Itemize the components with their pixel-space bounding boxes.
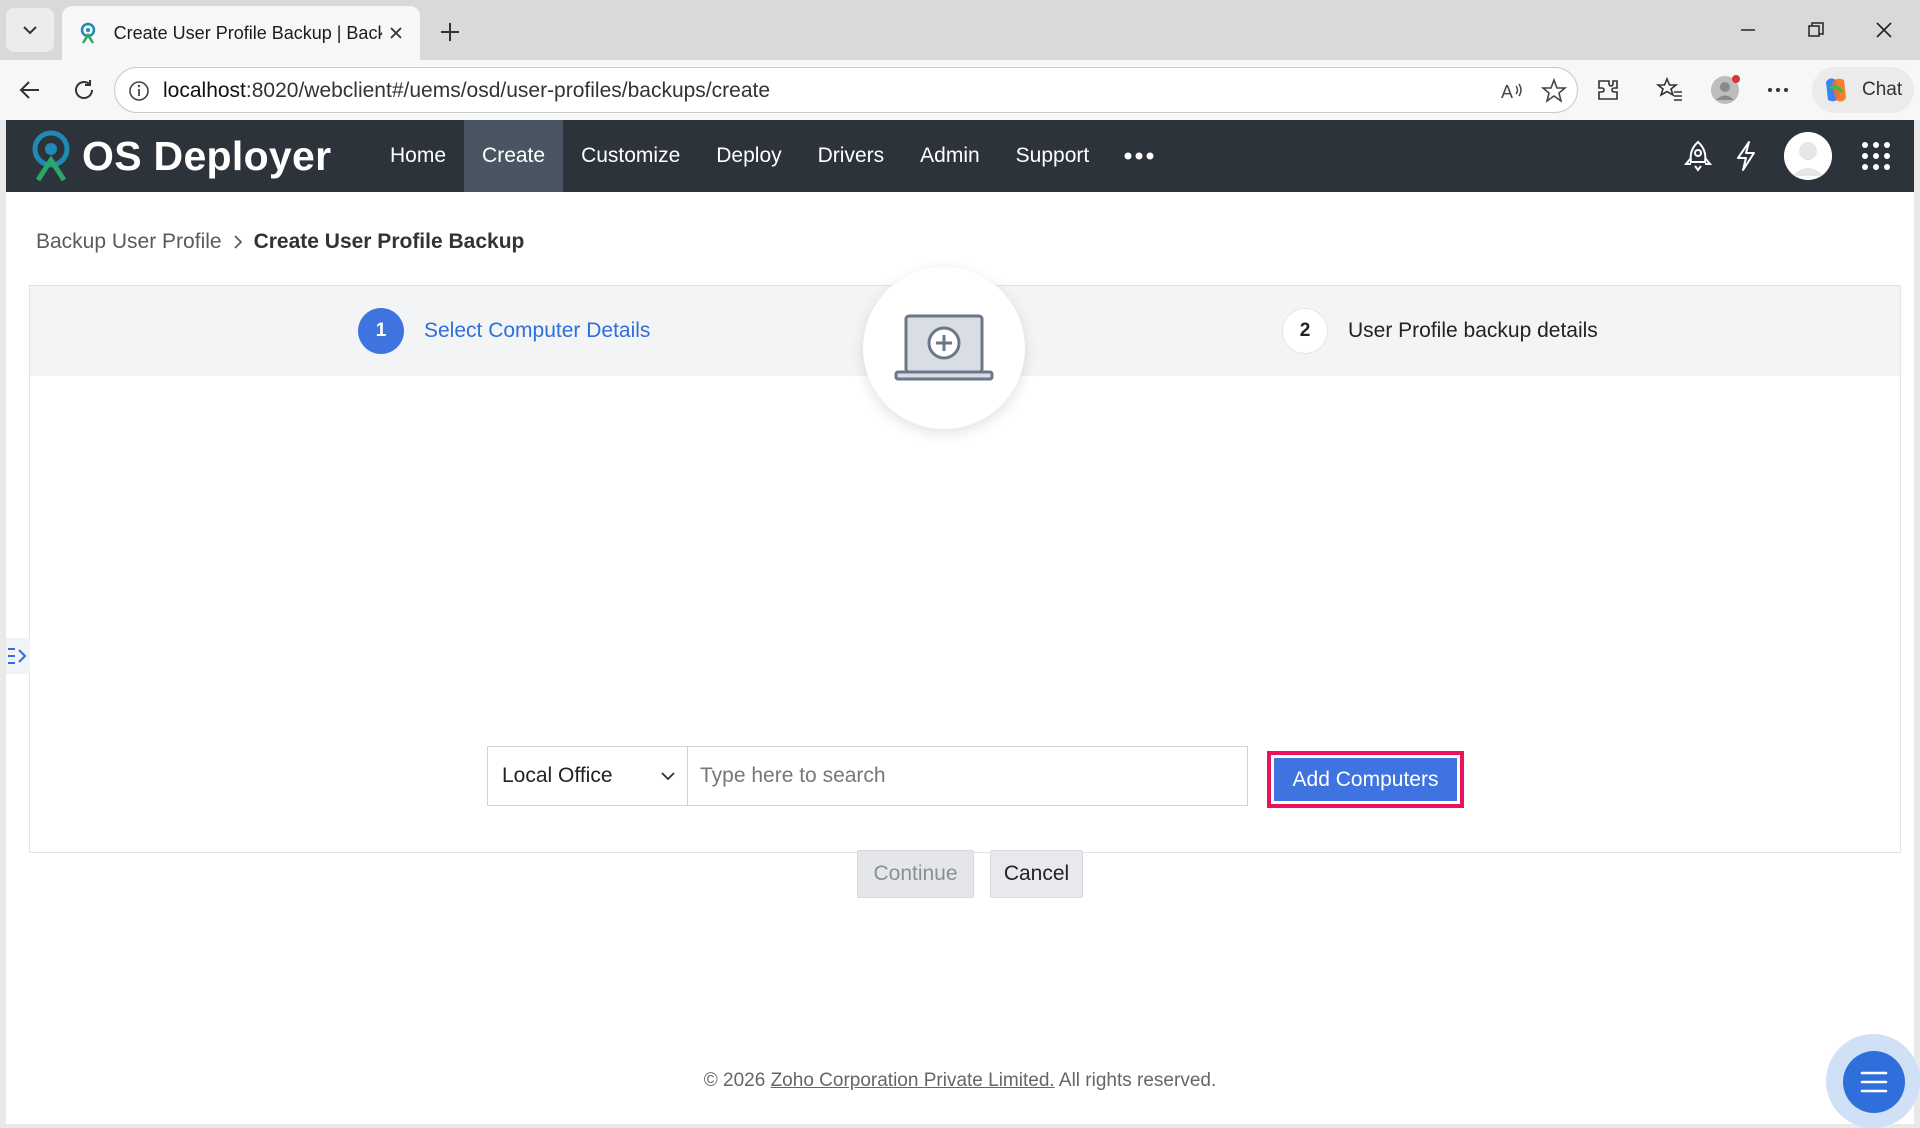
nav-drivers[interactable]: Drivers bbox=[800, 120, 903, 192]
site-info-icon[interactable] bbox=[127, 79, 151, 103]
restore-icon bbox=[1808, 22, 1824, 37]
user-icon bbox=[1784, 132, 1832, 180]
reload-icon bbox=[75, 80, 94, 99]
quick-actions-button[interactable] bbox=[1728, 138, 1764, 174]
rocket-icon bbox=[1683, 140, 1713, 172]
step-select-computer[interactable]: 1 Select Computer Details bbox=[358, 308, 650, 354]
plus-icon bbox=[441, 23, 459, 41]
add-computers-button[interactable]: Add Computers bbox=[1274, 758, 1457, 801]
app-logo[interactable]: OS Deployer bbox=[28, 130, 331, 182]
nav-more-button[interactable] bbox=[1107, 120, 1171, 192]
nav-home[interactable]: Home bbox=[372, 120, 464, 192]
add-computers-highlight: Add Computers bbox=[1267, 751, 1464, 808]
expand-menu-icon bbox=[8, 648, 27, 664]
extensions-icon[interactable] bbox=[1592, 74, 1624, 106]
favorites-icon[interactable] bbox=[1654, 74, 1686, 106]
profile-icon[interactable] bbox=[1709, 74, 1741, 106]
browser-tabstrip: Create User Profile Backup | Backup User… bbox=[0, 0, 1920, 60]
browser-tab-active[interactable]: Create User Profile Backup | Backup User… bbox=[62, 6, 420, 60]
main-nav: Home Create Customize Deploy Drivers Adm… bbox=[372, 120, 1171, 192]
office-select-value: Local Office bbox=[502, 764, 613, 787]
step-backup-details[interactable]: 2 User Profile backup details bbox=[1282, 308, 1598, 354]
nav-support[interactable]: Support bbox=[998, 120, 1108, 192]
tab-list-button[interactable] bbox=[6, 8, 54, 52]
logo-text: OS Deployer bbox=[82, 132, 332, 179]
support-chat-button[interactable] bbox=[1843, 1051, 1905, 1113]
os-deployer-logo-icon bbox=[32, 130, 70, 182]
read-aloud-icon[interactable]: A bbox=[1499, 78, 1525, 104]
more-horizontal-icon bbox=[1124, 152, 1154, 160]
chevron-down-icon bbox=[661, 772, 675, 781]
cancel-button[interactable]: Cancel bbox=[990, 850, 1083, 898]
favorite-star-icon[interactable] bbox=[1541, 78, 1567, 104]
more-menu-icon[interactable] bbox=[1762, 74, 1794, 106]
footer-rights: All rights reserved. bbox=[1054, 1070, 1217, 1091]
breadcrumb: Backup User Profile Create User Profile … bbox=[36, 230, 524, 254]
url-host: localhost bbox=[163, 79, 246, 102]
nav-create[interactable]: Create bbox=[464, 120, 564, 192]
new-tab-button[interactable] bbox=[432, 14, 468, 50]
minimize-icon bbox=[1741, 29, 1755, 31]
step-label: User Profile backup details bbox=[1348, 319, 1598, 342]
step-number: 1 bbox=[358, 308, 404, 354]
breadcrumb-parent[interactable]: Backup User Profile bbox=[36, 230, 222, 254]
app-header: OS Deployer Home Create Customize Deploy… bbox=[6, 120, 1914, 192]
restore-button[interactable] bbox=[1796, 12, 1836, 48]
app-launcher-button[interactable] bbox=[1858, 138, 1894, 174]
office-select[interactable]: Local Office bbox=[487, 746, 687, 806]
step-label: Select Computer Details bbox=[424, 319, 651, 342]
tab-title: Create User Profile Backup | Backup User… bbox=[113, 22, 383, 43]
footer-copyright: © 2026 bbox=[703, 1070, 771, 1091]
step-number: 2 bbox=[1282, 308, 1328, 354]
chevron-right-icon bbox=[232, 234, 244, 250]
browser-toolbar: localhost:8020/webclient#/uems/osd/user-… bbox=[0, 60, 1920, 120]
nav-customize[interactable]: Customize bbox=[563, 120, 698, 192]
back-button[interactable] bbox=[12, 72, 48, 108]
app-window: OS Deployer Home Create Customize Deploy… bbox=[6, 120, 1914, 1124]
chat-label: Chat bbox=[1862, 79, 1903, 100]
nav-deploy[interactable]: Deploy bbox=[698, 120, 799, 192]
lightning-icon bbox=[1737, 141, 1755, 171]
reload-button[interactable] bbox=[66, 72, 102, 108]
nav-admin[interactable]: Admin bbox=[902, 120, 998, 192]
url-path: :8020/webclient#/uems/osd/user-profiles/… bbox=[245, 79, 771, 102]
page-footer: © 2026 Zoho Corporation Private Limited.… bbox=[6, 1070, 1914, 1092]
os-deployer-favicon-icon bbox=[74, 19, 102, 47]
url-text: localhost:8020/webclient#/uems/osd/user-… bbox=[163, 79, 770, 103]
computer-search-input[interactable] bbox=[687, 746, 1248, 806]
sidebar-expand-toggle[interactable] bbox=[6, 638, 30, 674]
back-arrow-icon bbox=[19, 81, 39, 99]
menu-lines-icon bbox=[1860, 1071, 1888, 1093]
quick-launch-button[interactable] bbox=[1680, 138, 1716, 174]
minimize-button[interactable] bbox=[1728, 12, 1768, 48]
continue-button[interactable]: Continue bbox=[857, 850, 974, 898]
address-bar[interactable]: localhost:8020/webclient#/uems/osd/user-… bbox=[114, 67, 1578, 113]
chevron-down-icon bbox=[23, 26, 37, 35]
breadcrumb-current: Create User Profile Backup bbox=[253, 230, 525, 253]
svg-text:A: A bbox=[1501, 82, 1513, 102]
grid-icon bbox=[1862, 142, 1890, 170]
close-icon bbox=[1876, 22, 1892, 38]
add-computer-illustration bbox=[863, 267, 1025, 429]
close-window-button[interactable] bbox=[1864, 12, 1904, 48]
user-avatar[interactable] bbox=[1784, 132, 1832, 180]
copilot-chat-button[interactable]: Chat bbox=[1812, 67, 1914, 113]
copilot-icon bbox=[1826, 78, 1846, 102]
footer-company-link[interactable]: Zoho Corporation Private Limited. bbox=[771, 1070, 1055, 1091]
laptop-add-icon bbox=[894, 314, 994, 381]
tab-close-icon[interactable] bbox=[384, 21, 408, 45]
